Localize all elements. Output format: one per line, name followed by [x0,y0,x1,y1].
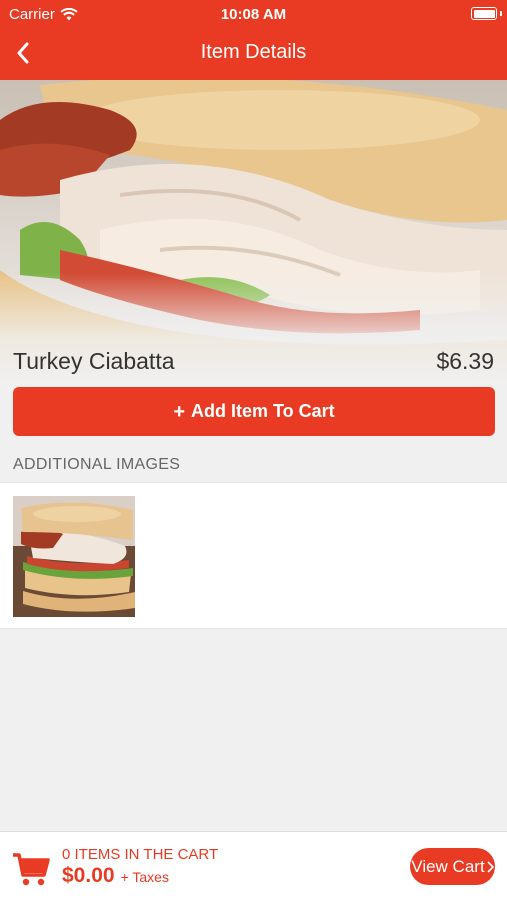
item-name: Turkey Ciabatta [13,348,175,374]
item-price: $6.39 [436,348,494,374]
shopping-cart-icon [13,853,50,886]
additional-image-thumbnail[interactable] [13,496,135,617]
sandwich-thumbnail-illustration [13,496,135,617]
item-hero-image [0,80,507,383]
app-header: Carrier 10:08 AM Item Details [0,0,507,80]
additional-images-list [0,482,507,629]
add-to-cart-label: Add Item To Cart [191,401,335,421]
add-to-cart-button[interactable]: + Add Item To Cart [13,387,495,436]
chevron-right-icon [487,860,494,873]
cart-total-line: $0.00 + Taxes [62,864,169,888]
battery-icon [471,7,497,20]
cart-total: $0.00 [62,864,115,887]
cart-items-count: 0 ITEMS IN THE CART [62,846,219,863]
battery-tip [500,11,502,16]
cart-footer: 0 ITEMS IN THE CART $0.00 + Taxes View C… [0,831,507,900]
status-bar: Carrier 10:08 AM [0,0,507,28]
page-title: Item Details [200,41,307,63]
view-cart-button[interactable]: View Cart [410,848,495,885]
additional-images-title: ADDITIONAL IMAGES [13,456,181,473]
view-cart-label: View Cart [411,856,485,876]
plus-icon: + [173,400,185,423]
status-time: 10:08 AM [220,6,287,23]
taxes-label: + Taxes [120,869,169,885]
navigation-bar: Item Details [0,28,507,80]
